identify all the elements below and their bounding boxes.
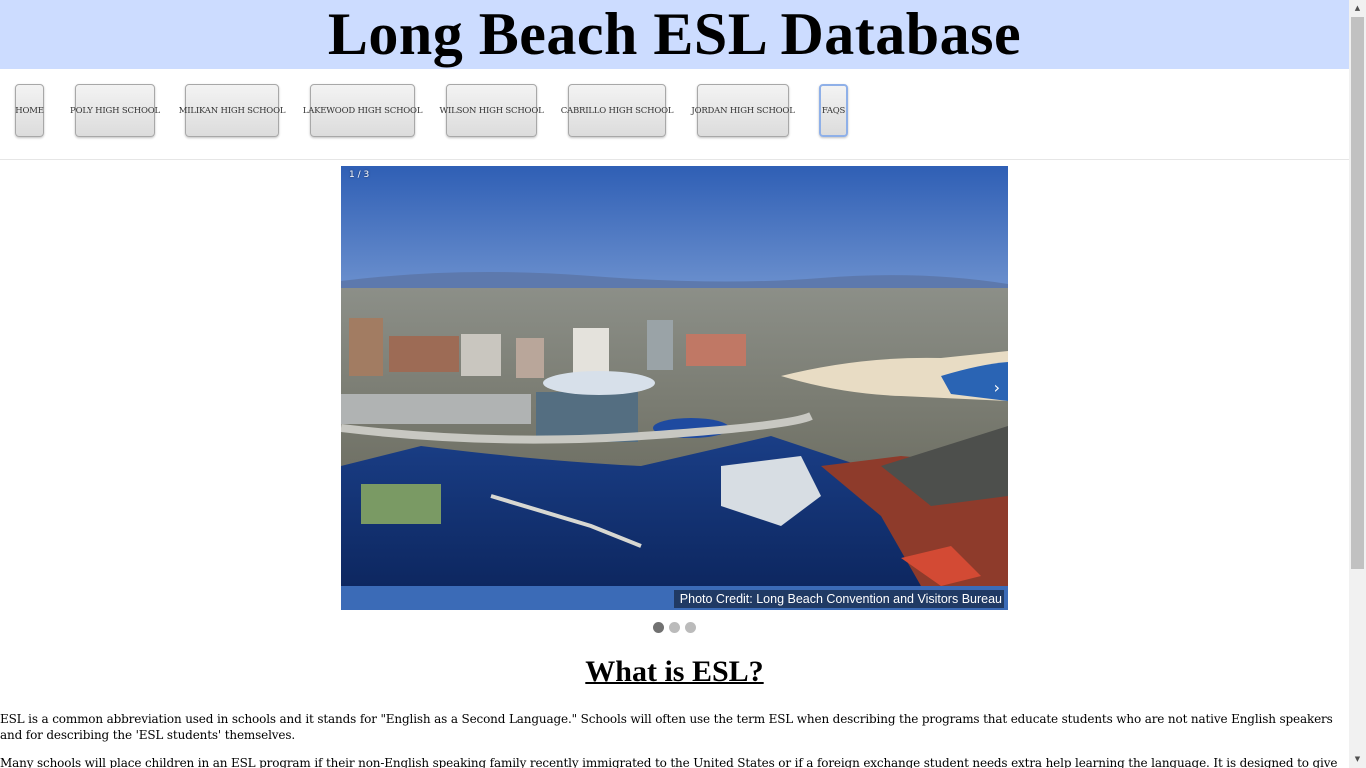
slide-counter: 1 / 3: [349, 170, 370, 180]
chevron-right-icon[interactable]: ›: [994, 378, 1000, 397]
scrollbar-thumb[interactable]: [1351, 17, 1364, 569]
paragraph-esl-programs: Many schools will place children in an E…: [0, 756, 1338, 768]
nav-wilson-high-school-button[interactable]: WILSON HIGH SCHOOL: [439, 84, 544, 137]
scroll-down-icon[interactable]: ▼: [1349, 751, 1366, 768]
slide-dot-1[interactable]: [653, 622, 664, 633]
site-header: Long Beach ESL Database: [0, 0, 1349, 69]
scroll-up-icon[interactable]: ▲: [1349, 0, 1366, 17]
nav-faqs-button[interactable]: FAQS: [819, 84, 848, 137]
long-beach-aerial-photo: [341, 166, 1008, 586]
slide-indicator-dots: [650, 622, 710, 634]
section-heading-text: What is ESL?: [585, 655, 764, 688]
slide-dot-3[interactable]: [685, 622, 696, 633]
nav-milikan-high-school-button[interactable]: MILIKAN HIGH SCHOOL: [179, 84, 285, 137]
page: Long Beach ESL Database HOME POLY HIGH S…: [0, 0, 1349, 768]
photo-credit-caption: Photo Credit: Long Beach Convention and …: [673, 590, 1004, 608]
site-title: Long Beach ESL Database: [327, 1, 1022, 67]
nav-lakewood-high-school-button[interactable]: LAKEWOOD HIGH SCHOOL: [303, 84, 422, 137]
slide-dot-2[interactable]: [669, 622, 680, 633]
section-heading: What is ESL?: [0, 652, 1349, 692]
nav-home-button[interactable]: HOME: [15, 84, 44, 137]
nav-jordan-high-school-button[interactable]: JORDAN HIGH SCHOOL: [691, 84, 795, 137]
main-navigation: HOME POLY HIGH SCHOOL MILIKAN HIGH SCHOO…: [0, 69, 1349, 160]
slideshow: 1 / 3 › Photo Credit: Long Beach Convent…: [341, 166, 1008, 610]
vertical-scrollbar[interactable]: ▲ ▼: [1349, 0, 1366, 768]
paragraph-esl-definition: ESL is a common abbreviation used in sch…: [0, 712, 1333, 742]
nav-poly-high-school-button[interactable]: POLY HIGH SCHOOL: [70, 84, 160, 137]
nav-cabrillo-high-school-button[interactable]: CABRILLO HIGH SCHOOL: [561, 84, 674, 137]
